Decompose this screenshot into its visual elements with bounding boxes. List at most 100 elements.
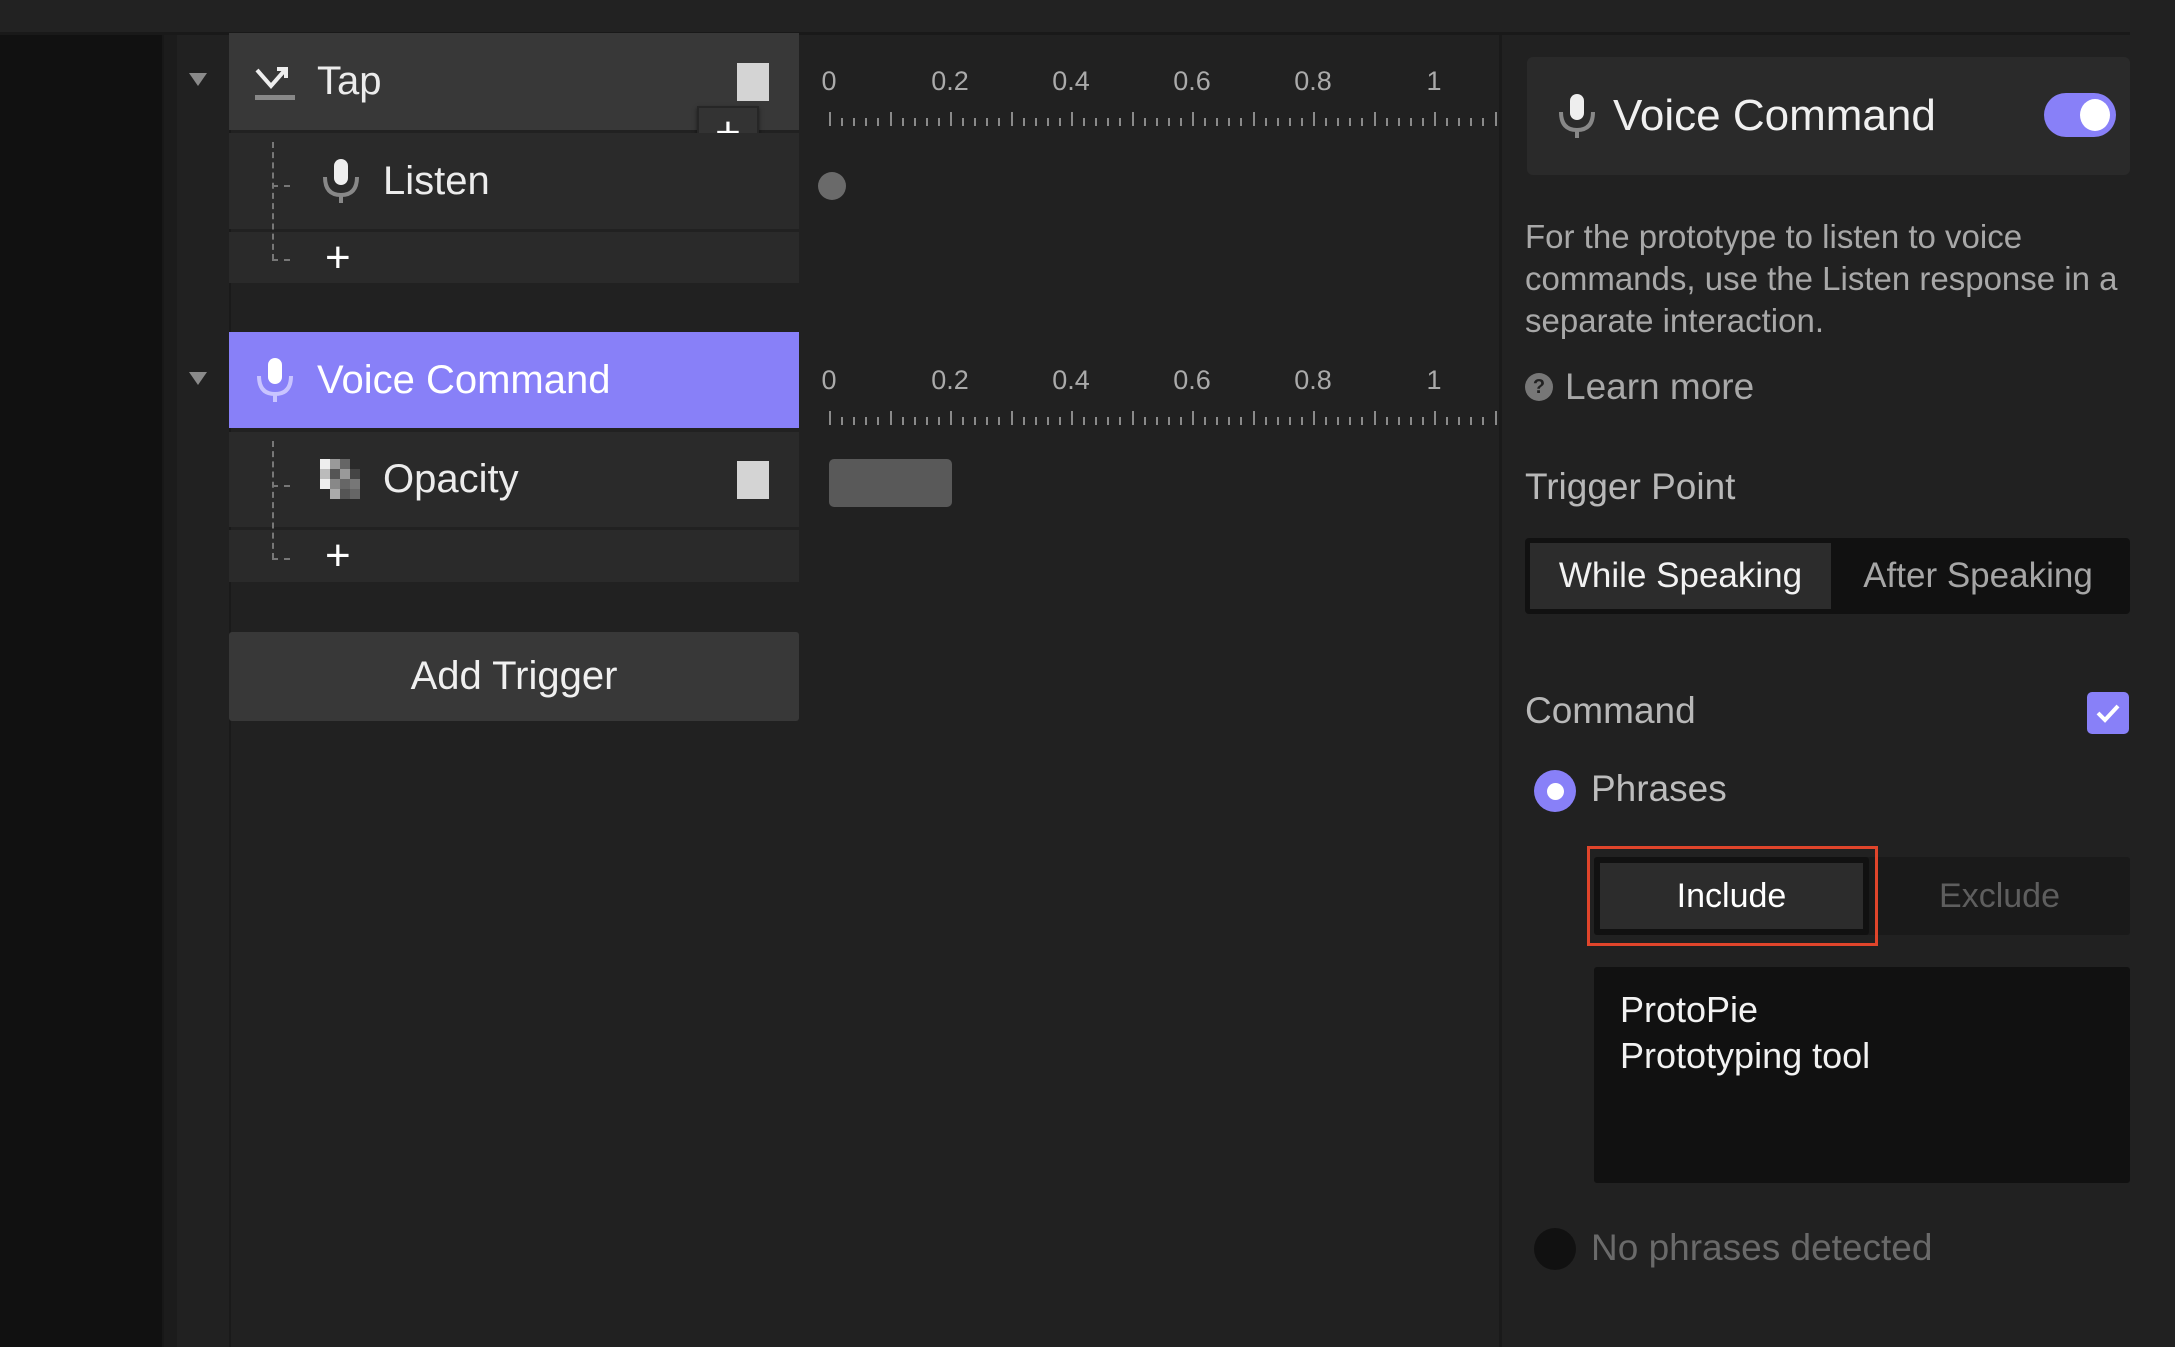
- minor-tick: [1264, 118, 1267, 126]
- tree-line: [272, 142, 274, 260]
- add-response-icon: +: [325, 232, 351, 282]
- minor-tick: [1155, 118, 1158, 126]
- trigger-row-voice-command[interactable]: Voice Command: [229, 332, 799, 428]
- major-tick: [1434, 411, 1436, 425]
- minor-tick: [1143, 417, 1146, 425]
- phrases-label: Phrases: [1591, 768, 1727, 809]
- minor-tick: [1276, 118, 1279, 126]
- add-trigger-button[interactable]: Add Trigger: [229, 632, 799, 721]
- minor-tick: [1204, 417, 1207, 425]
- major-tick: [1313, 411, 1315, 425]
- major-tick: [950, 112, 952, 126]
- minor-tick: [1300, 118, 1303, 126]
- timeline-label: 0.2: [931, 66, 969, 96]
- minor-tick: [986, 417, 989, 425]
- minor-tick: [865, 417, 868, 425]
- major-tick: [889, 411, 892, 425]
- add-response-row[interactable]: +: [229, 530, 799, 582]
- major-tick: [950, 411, 952, 425]
- panel-divider[interactable]: [1499, 35, 1502, 1347]
- minor-tick: [877, 118, 880, 126]
- minor-tick: [1361, 417, 1364, 425]
- phrases-radio[interactable]: [1534, 770, 1576, 812]
- minor-tick: [913, 118, 916, 126]
- minor-tick: [1119, 417, 1122, 425]
- minor-tick: [1325, 417, 1328, 425]
- major-tick: [829, 112, 831, 126]
- while-speaking-option[interactable]: While Speaking: [1530, 543, 1831, 609]
- minor-tick: [1179, 118, 1182, 126]
- major-tick: [1131, 411, 1134, 425]
- minor-tick: [901, 417, 904, 425]
- timeline-ruler[interactable]: 0 0.2 0.4 0.6 0.8 1: [821, 66, 1499, 136]
- exclude-option[interactable]: Exclude: [1869, 857, 2130, 935]
- enable-toggle[interactable]: [2044, 93, 2116, 137]
- minor-tick: [974, 417, 977, 425]
- command-checkbox[interactable]: [2087, 692, 2129, 734]
- radio-dot: [1546, 782, 1564, 800]
- timeline-label: 0: [821, 365, 837, 395]
- minor-tick: [1046, 417, 1049, 425]
- phrases-textarea[interactable]: ProtoPie Prototyping tool: [1594, 967, 2130, 1183]
- minor-tick: [1022, 417, 1025, 425]
- listen-keyframe[interactable]: [818, 172, 846, 200]
- minor-tick: [1034, 118, 1037, 126]
- collapse-triangle-icon[interactable]: [189, 372, 207, 385]
- collapse-triangle-icon[interactable]: [189, 73, 207, 86]
- major-tick: [1252, 112, 1255, 126]
- add-response-icon: +: [325, 531, 351, 580]
- minor-tick: [1446, 417, 1449, 425]
- toggle-knob: [2080, 99, 2110, 131]
- minor-tick: [1349, 417, 1352, 425]
- minor-tick: [1204, 118, 1207, 126]
- minor-tick: [1216, 417, 1219, 425]
- minor-tick: [962, 417, 965, 425]
- timeline-label: 1: [1426, 66, 1442, 96]
- major-tick: [1010, 411, 1013, 425]
- major-tick: [1192, 112, 1194, 126]
- major-tick: [1252, 411, 1255, 425]
- checkmark-icon: [2096, 704, 2120, 723]
- minor-tick: [1143, 118, 1146, 126]
- major-tick: [1192, 411, 1194, 425]
- timeline-label: 0.8: [1294, 66, 1332, 96]
- timeline-label: 0: [821, 66, 837, 96]
- minor-tick: [1482, 118, 1485, 126]
- minor-tick: [1470, 417, 1473, 425]
- timeline-ruler[interactable]: 0 0.2 0.4 0.6 0.8 1: [821, 365, 1499, 435]
- minor-tick: [998, 118, 1001, 126]
- microphone-icon: [319, 159, 363, 203]
- response-row-listen[interactable]: Listen: [229, 133, 799, 229]
- trigger-label: Tap: [317, 59, 382, 103]
- panel-description: For the prototype to listen to voice com…: [1525, 218, 2118, 339]
- major-tick: [1131, 112, 1134, 126]
- minor-tick: [1046, 118, 1049, 126]
- microphone-icon: [253, 358, 297, 402]
- response-row-opacity[interactable]: Opacity: [229, 432, 799, 527]
- tree-branch: [272, 485, 290, 487]
- timeline-label: 1: [1426, 365, 1442, 395]
- minor-tick: [913, 417, 916, 425]
- no-phrases-radio[interactable]: [1534, 1228, 1576, 1270]
- trigger-color-swatch[interactable]: [737, 62, 769, 101]
- timeline-label: 0.6: [1173, 365, 1211, 395]
- minor-tick: [962, 118, 965, 126]
- learn-more-link[interactable]: ? Learn more: [1525, 366, 1754, 408]
- minor-tick: [1179, 417, 1182, 425]
- after-speaking-option[interactable]: After Speaking: [1831, 543, 2125, 609]
- response-color-swatch[interactable]: [737, 460, 769, 499]
- minor-tick: [853, 118, 856, 126]
- tree-branch: [272, 259, 290, 261]
- minor-tick: [1276, 417, 1279, 425]
- minor-tick: [841, 118, 844, 126]
- minor-tick: [1349, 118, 1352, 126]
- minor-tick: [1240, 417, 1243, 425]
- minor-tick: [974, 118, 977, 126]
- major-tick: [889, 112, 892, 126]
- minor-tick: [1216, 118, 1219, 126]
- opacity-duration-bar[interactable]: [829, 459, 952, 507]
- minor-tick: [1095, 118, 1098, 126]
- add-response-row[interactable]: +: [229, 232, 799, 283]
- right-edge: [2130, 0, 2175, 1347]
- minor-tick: [901, 118, 904, 126]
